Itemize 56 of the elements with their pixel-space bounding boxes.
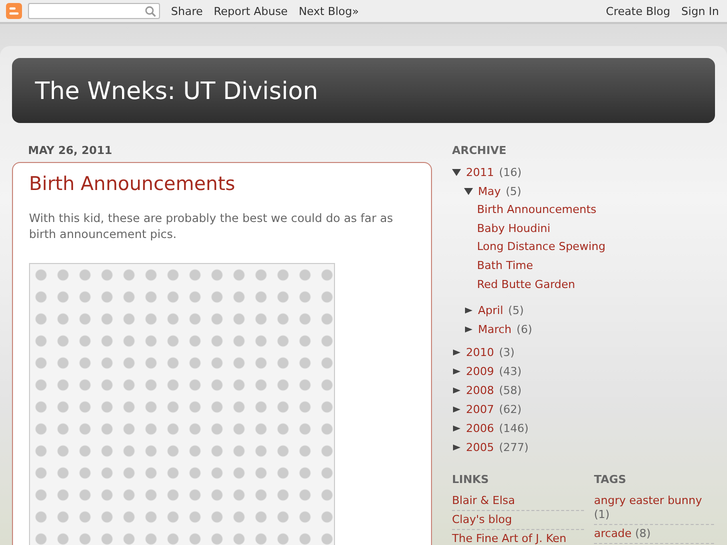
expand-triangle-icon[interactable] [452, 442, 461, 452]
tag-link[interactable]: arcade [594, 526, 632, 540]
archive-year-link[interactable]: 2008 [466, 384, 494, 397]
archive-post-link[interactable]: Bath Time [477, 257, 715, 276]
expand-triangle-icon[interactable] [464, 324, 473, 334]
post-count: (5) [508, 304, 524, 317]
expand-triangle-icon[interactable] [452, 424, 461, 433]
archive-year-link[interactable]: 2011 [466, 166, 494, 179]
archive-month-link[interactable]: April [478, 304, 504, 317]
archive-month-link[interactable]: May [478, 185, 501, 198]
post-count: (5) [506, 185, 522, 198]
blogroll-link[interactable]: The Fine Art of J. Ken [452, 532, 566, 545]
archive-post-link[interactable]: Baby Houdini [477, 220, 715, 238]
archive-year-link[interactable]: 2006 [466, 422, 494, 435]
collapse-triangle-icon[interactable] [464, 187, 473, 196]
archive-post-link[interactable]: Red Butte Garden [477, 276, 715, 295]
archive-year-link[interactable]: 2010 [466, 346, 494, 359]
blogroll-link[interactable]: Blair & Elsa [452, 494, 515, 507]
search-field[interactable] [28, 3, 160, 19]
post-count: (277) [499, 440, 529, 454]
expand-triangle-icon[interactable] [452, 366, 461, 376]
widget-title: TAGS [594, 472, 628, 486]
blog-title[interactable]: The Wneks: UT Division [35, 76, 318, 104]
post-date: MAY 26, 2011 [27, 144, 114, 159]
tag-link[interactable]: angry easter bunny [594, 494, 702, 507]
post-count: (3) [499, 346, 515, 359]
post-count: (6) [516, 322, 532, 336]
post-body: With this kid, these are probably the best we could do as far as birth announcement pics. [29, 210, 394, 242]
archive-year-link[interactable]: 2005 [466, 440, 494, 454]
archive-post-link[interactable]: Birth Announcements [477, 201, 715, 220]
archive-post-link[interactable]: Long Distance Spewing [477, 238, 715, 258]
navbar-link[interactable]: Share [171, 4, 203, 18]
tag-count: (1) [594, 508, 610, 521]
expand-triangle-icon[interactable] [452, 348, 461, 357]
navbar-link[interactable]: Sign In [681, 4, 719, 18]
widget-title: LINKS [452, 472, 490, 486]
post-count: (16) [499, 166, 522, 179]
widget-title: ARCHIVE [452, 144, 508, 157]
archive-year-link[interactable]: 2007 [466, 402, 494, 416]
post-count: (146) [499, 422, 529, 435]
navbar-link[interactable]: Next Blog» [298, 4, 359, 18]
post-count: (62) [499, 402, 522, 416]
post-title[interactable]: Birth Announcements [29, 173, 415, 195]
navbar-link[interactable]: Create Blog [606, 4, 670, 18]
archive-year-link[interactable]: 2009 [466, 364, 494, 378]
post-count: (58) [499, 384, 522, 397]
expand-triangle-icon[interactable] [452, 404, 461, 414]
post-count: (43) [499, 364, 522, 378]
navbar-link[interactable]: Report Abuse [214, 4, 288, 18]
blogroll-link[interactable]: Clay's blog [452, 512, 512, 526]
tag-count: (8) [635, 526, 651, 540]
archive-month-link[interactable]: March [478, 322, 512, 336]
expand-triangle-icon[interactable] [464, 306, 473, 315]
search-icon [145, 6, 156, 16]
collapse-triangle-icon[interactable] [452, 168, 461, 177]
expand-triangle-icon[interactable] [452, 386, 461, 395]
